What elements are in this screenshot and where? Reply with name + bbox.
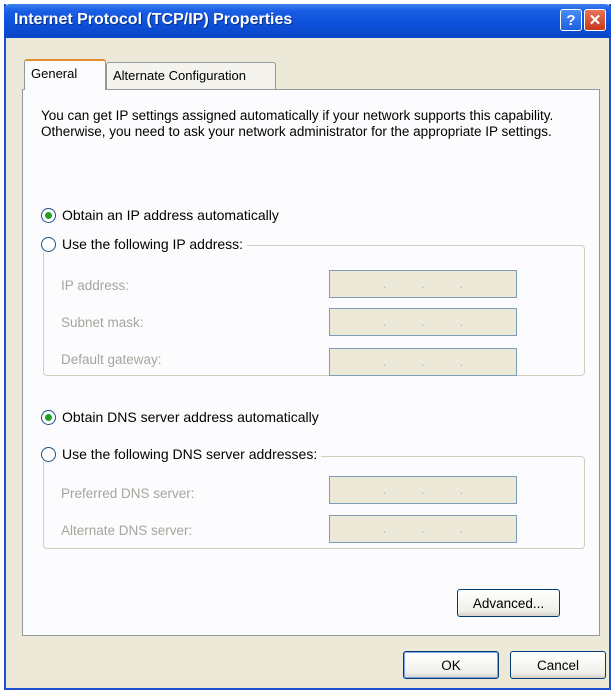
dot: . <box>459 483 463 497</box>
dot: . <box>382 522 387 536</box>
help-icon: ? <box>566 11 576 29</box>
use-following-ip-label: Use the following IP address: <box>62 236 244 252</box>
alternate-dns-input: ... <box>329 515 517 543</box>
default-gateway-input: ... <box>329 348 517 376</box>
dot: . <box>382 483 387 497</box>
radio-unselected-icon[interactable] <box>41 446 56 462</box>
close-icon: ✕ <box>588 12 602 29</box>
default-gateway-label: Default gateway: <box>61 352 162 367</box>
ip-address-label: IP address: <box>61 278 130 293</box>
preferred-dns-input: ... <box>329 476 517 504</box>
close-button[interactable]: ✕ <box>584 9 606 31</box>
use-following-dns-option[interactable]: Use the following DNS server addresses: <box>41 446 322 462</box>
alternate-dns-label: Alternate DNS server: <box>61 523 193 538</box>
dot: . <box>459 522 463 536</box>
obtain-dns-auto-option[interactable]: Obtain DNS server address automatically <box>41 409 319 425</box>
preferred-dns-label: Preferred DNS server: <box>61 486 195 501</box>
title-bar[interactable]: Internet Protocol (TCP/IP) Properties ? … <box>4 4 611 38</box>
subnet-mask-input: ... <box>329 308 517 336</box>
dot: . <box>459 355 463 369</box>
dot: . <box>459 277 463 291</box>
dot: . <box>421 355 425 369</box>
dot: . <box>421 483 425 497</box>
dot: . <box>459 315 463 329</box>
radio-selected-icon[interactable] <box>41 207 56 223</box>
description-text: You can get IP settings assigned automat… <box>41 108 554 139</box>
tab-alternate-configuration[interactable]: Alternate Configuration <box>106 62 276 90</box>
subnet-mask-label: Subnet mask: <box>61 315 144 330</box>
window-title: Internet Protocol (TCP/IP) Properties <box>14 11 293 28</box>
ip-address-input: ... <box>329 270 517 298</box>
dot: . <box>382 277 387 291</box>
help-button[interactable]: ? <box>560 9 582 31</box>
advanced-button[interactable]: Advanced... <box>457 589 560 617</box>
dot: . <box>421 277 425 291</box>
radio-unselected-icon[interactable] <box>41 236 56 252</box>
ok-button[interactable]: OK <box>403 651 499 679</box>
obtain-ip-auto-option[interactable]: Obtain an IP address automatically <box>41 207 279 223</box>
dot: . <box>421 522 425 536</box>
cancel-button[interactable]: Cancel <box>510 651 606 679</box>
dot: . <box>382 355 387 369</box>
obtain-dns-auto-label: Obtain DNS server address automatically <box>62 409 319 425</box>
dot: . <box>421 315 425 329</box>
obtain-ip-auto-label: Obtain an IP address automatically <box>62 207 279 223</box>
tab-general[interactable]: General <box>24 59 106 90</box>
dot: . <box>382 315 387 329</box>
use-following-ip-option[interactable]: Use the following IP address: <box>41 236 248 252</box>
radio-selected-icon[interactable] <box>41 409 56 425</box>
use-following-dns-label: Use the following DNS server addresses: <box>62 446 318 462</box>
general-tab-panel: You can get IP settings assigned automat… <box>22 89 600 636</box>
